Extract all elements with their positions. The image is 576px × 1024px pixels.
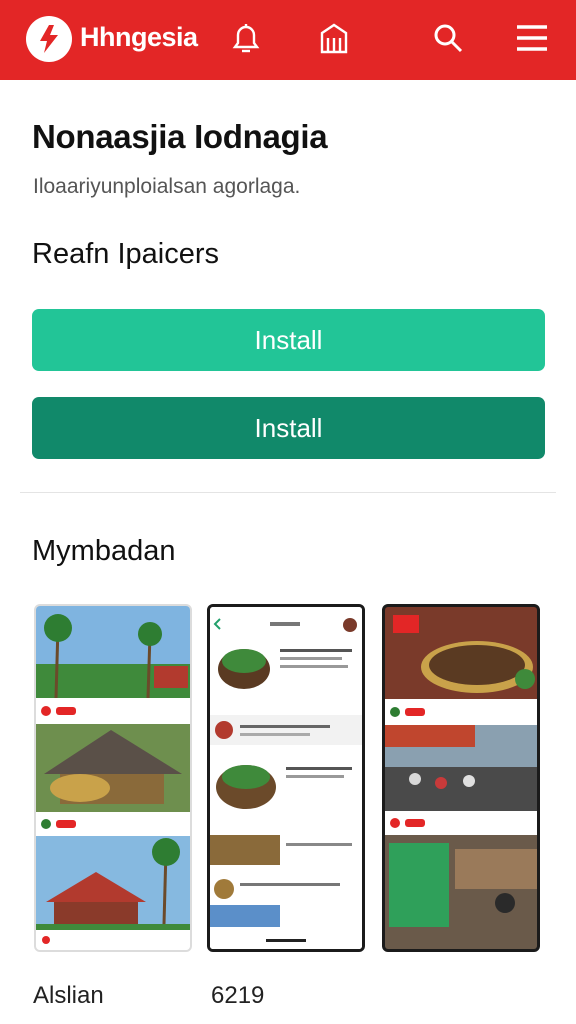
page-subtitle: Iloaariyunploialsan agorlaga. [33, 175, 301, 198]
install-button-secondary[interactable]: Install [32, 397, 545, 459]
gallery-heading: Mymbadan [32, 535, 176, 567]
bell-icon[interactable] [226, 18, 266, 58]
brand-name: Hhngesia [80, 22, 198, 52]
app-screenshot-1[interactable] [34, 604, 192, 952]
footer-value: 6219 [211, 982, 265, 1009]
app-screenshot-2[interactable] [207, 604, 365, 952]
footer-label: Alslian [33, 982, 104, 1009]
app-screenshot-3[interactable] [382, 604, 540, 952]
menu-icon[interactable] [512, 18, 552, 58]
search-icon[interactable] [428, 18, 468, 58]
top-app-bar: Hhngesia [0, 0, 576, 80]
page-title: Nonaasjia Iodnagia [32, 118, 328, 155]
building-icon[interactable] [314, 18, 354, 58]
section-heading: Reafn Ipaicers [32, 238, 219, 270]
logo-icon[interactable] [26, 16, 72, 62]
install-button-primary[interactable]: Install [32, 309, 545, 371]
divider [20, 492, 556, 493]
